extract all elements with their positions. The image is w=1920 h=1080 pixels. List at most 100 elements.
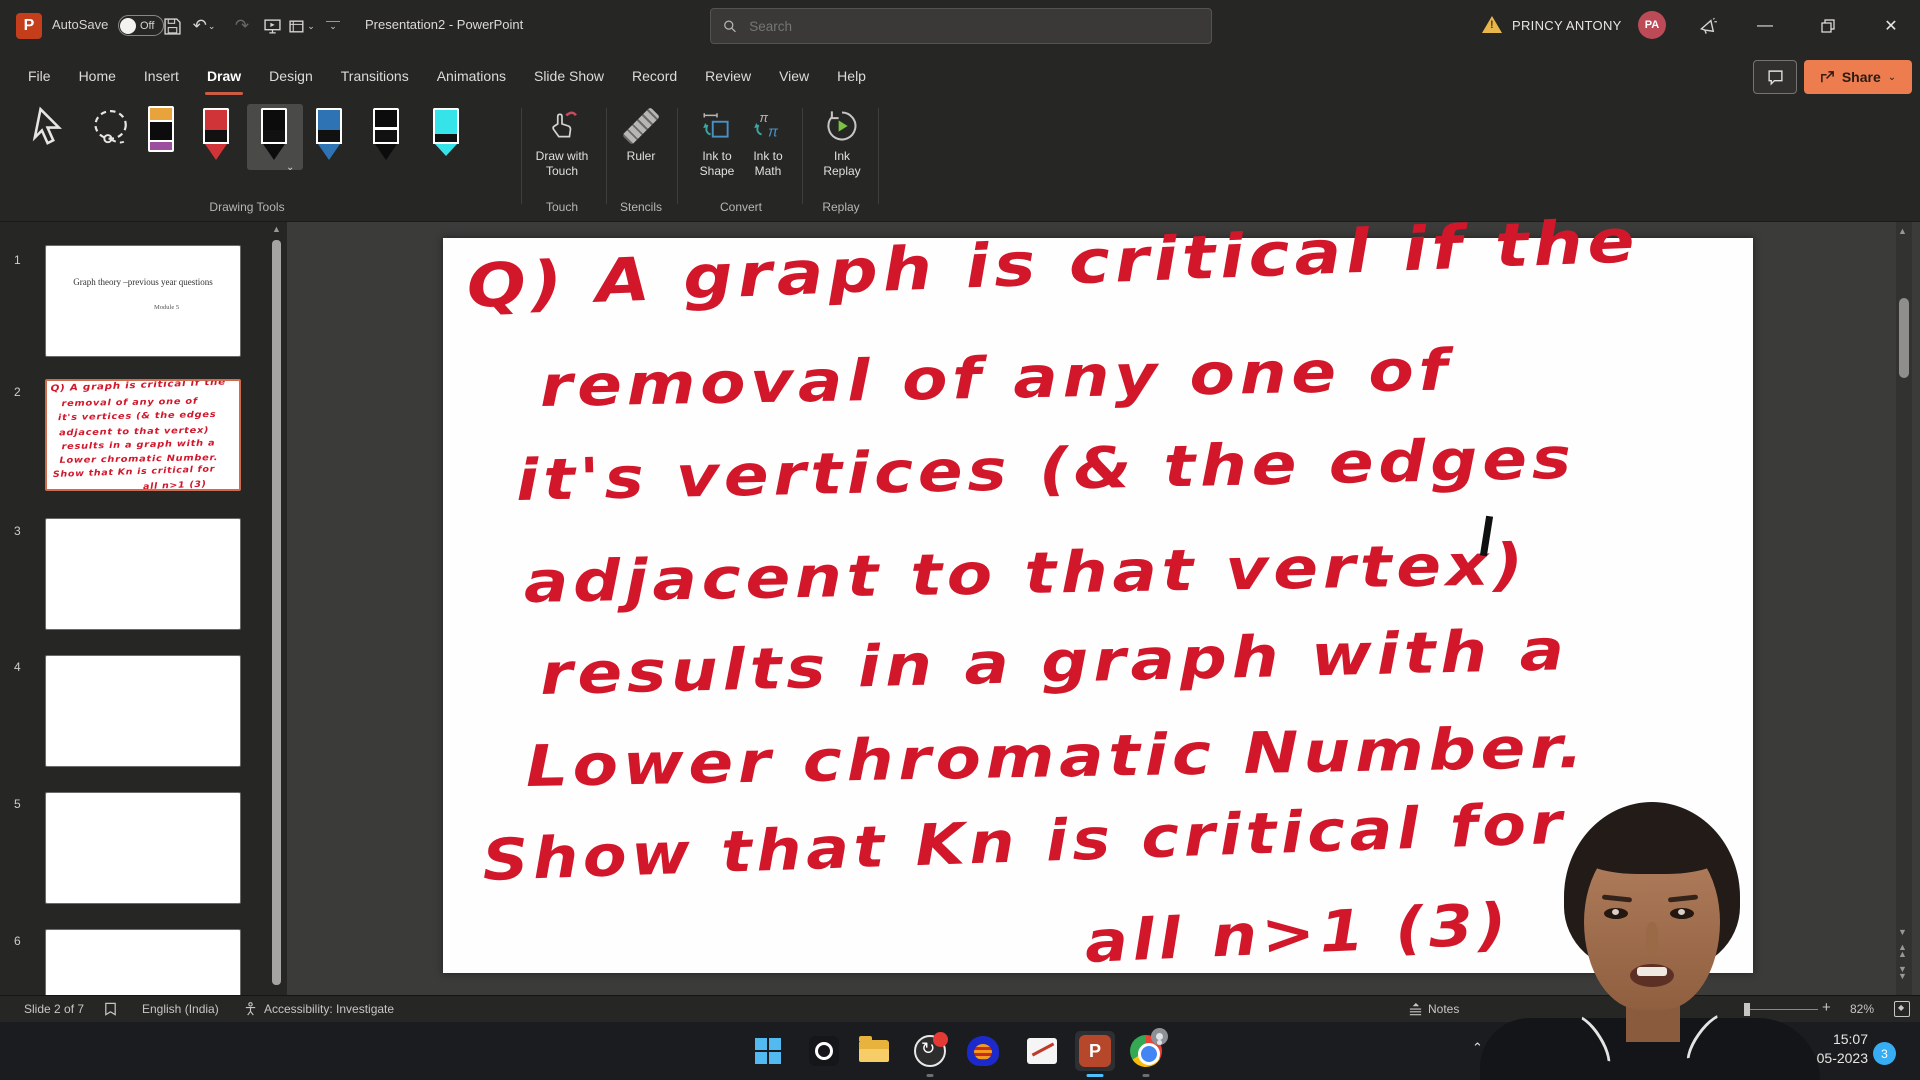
- slide-number: 3: [14, 524, 21, 538]
- language-indicator[interactable]: English (India): [142, 1002, 219, 1016]
- scroll-up-icon[interactable]: ▲: [272, 224, 281, 234]
- slide1-subtitle: Module 5: [154, 304, 179, 311]
- black-pen-tool-icon[interactable]: [251, 106, 297, 170]
- next-slide-icon[interactable]: ▼▼: [1898, 966, 1907, 980]
- close-icon[interactable]: ✕: [1868, 0, 1914, 52]
- running-indicator: [927, 1074, 934, 1077]
- tab-draw[interactable]: Draw: [193, 52, 255, 100]
- accessibility-icon[interactable]: [243, 1001, 258, 1020]
- scrollbar-thumb[interactable]: [1899, 298, 1909, 378]
- chrome-icon[interactable]: [1126, 1031, 1166, 1071]
- present-icon[interactable]: [258, 12, 286, 40]
- share-dropdown-icon[interactable]: ⌄: [1888, 72, 1896, 83]
- powerpoint-taskbar-icon[interactable]: P: [1075, 1031, 1115, 1071]
- share-button[interactable]: Share ⌄: [1804, 60, 1912, 94]
- draw-with-touch-button[interactable]: Draw with Touch: [519, 106, 605, 179]
- tab-review[interactable]: Review: [691, 52, 765, 100]
- obs-studio-icon[interactable]: [910, 1031, 950, 1071]
- presenter-face: [1584, 834, 1720, 1010]
- save-icon[interactable]: [158, 12, 186, 40]
- slideshow-window-icon[interactable]: ⌄: [288, 12, 316, 40]
- slide-thumbnail-1[interactable]: Graph theory –previous year questions Mo…: [45, 245, 241, 357]
- tab-animations[interactable]: Animations: [423, 52, 520, 100]
- slide-number: 2: [14, 385, 21, 399]
- tab-design[interactable]: Design: [255, 52, 327, 100]
- slide-indicator[interactable]: Slide 2 of 7: [24, 1002, 84, 1016]
- slide-number: 5: [14, 797, 21, 811]
- tab-transitions[interactable]: Transitions: [327, 52, 423, 100]
- whiteboard-app-icon[interactable]: [1022, 1031, 1062, 1071]
- fit-slide-icon[interactable]: [1894, 1001, 1910, 1017]
- ruler-label: Ruler: [627, 149, 656, 164]
- group-label-convert: Convert: [720, 200, 762, 214]
- red-pen-tool-icon[interactable]: [193, 106, 239, 170]
- group-divider: [878, 108, 879, 204]
- previous-slide-icon[interactable]: ▲▲: [1898, 944, 1907, 958]
- avatar[interactable]: PA: [1638, 11, 1666, 39]
- user-name[interactable]: PRINCY ANTONY: [1512, 18, 1622, 33]
- undo-dropdown-icon[interactable]: ⌄: [208, 21, 216, 32]
- slide-thumbnail-3[interactable]: [45, 518, 241, 630]
- select-cursor-icon[interactable]: [26, 106, 72, 170]
- zoom-level[interactable]: 82%: [1850, 1002, 1874, 1016]
- powerpoint-logo-icon[interactable]: P: [16, 13, 42, 39]
- slide-number: 4: [14, 660, 21, 674]
- tab-file[interactable]: File: [14, 52, 65, 100]
- pencil-tool-icon[interactable]: [363, 106, 409, 170]
- slide-thumbnail-2[interactable]: Q) A graph is critical if the removal of…: [45, 379, 241, 491]
- main-vertical-scrollbar[interactable]: ▲ ▼ ▲▲ ▼▼: [1896, 222, 1912, 995]
- group-label-replay: Replay: [822, 200, 859, 214]
- file-explorer-icon[interactable]: [854, 1031, 894, 1071]
- undo-icon[interactable]: ↶⌄: [190, 12, 218, 40]
- scroll-down-icon[interactable]: ▼: [1898, 928, 1907, 937]
- ruler-button[interactable]: Ruler: [598, 106, 684, 164]
- redo-icon[interactable]: ↷: [228, 12, 256, 40]
- warning-icon[interactable]: [1482, 16, 1502, 33]
- eraser-tool-icon[interactable]: [138, 106, 184, 170]
- lasso-select-icon[interactable]: [89, 106, 135, 170]
- zoom-in-icon[interactable]: +: [1822, 999, 1831, 1016]
- tab-help[interactable]: Help: [823, 52, 880, 100]
- toggle-knob-icon: [120, 18, 136, 34]
- search-bar[interactable]: [710, 8, 1212, 44]
- tab-home[interactable]: Home: [65, 52, 130, 100]
- thumbnail-panel-scrollbar[interactable]: ▲: [270, 224, 284, 993]
- running-indicator: [1143, 1074, 1150, 1077]
- headset-audio-app-icon[interactable]: [963, 1031, 1003, 1071]
- slideshow-dropdown-icon[interactable]: ⌄: [307, 21, 315, 32]
- ink-line: all n>1 (3): [1083, 891, 1513, 976]
- notes-button[interactable]: Notes: [1428, 1002, 1459, 1016]
- slide-thumbnail-4[interactable]: [45, 655, 241, 767]
- scrollbar-thumb[interactable]: [272, 240, 281, 985]
- title-bar: P AutoSave Off ↶⌄ ↷ ⌄ ⌄ Presentation2 - …: [0, 0, 1920, 52]
- tab-insert[interactable]: Insert: [130, 52, 193, 100]
- ink-replay-button[interactable]: Ink Replay: [799, 106, 885, 179]
- slide-thumbnail-6[interactable]: [45, 929, 241, 995]
- ink-replay-icon: [824, 106, 860, 146]
- tab-record[interactable]: Record: [618, 52, 691, 100]
- search-input[interactable]: [747, 18, 1199, 35]
- megaphone-icon[interactable]: [1694, 12, 1722, 40]
- accessibility-status[interactable]: Accessibility: Investigate: [264, 1002, 394, 1016]
- ink-line: Lower chromatic Number.: [525, 715, 1588, 800]
- tab-slide-show[interactable]: Slide Show: [520, 52, 618, 100]
- pen-options-chevron-icon[interactable]: ⌄: [286, 162, 294, 173]
- comments-button[interactable]: [1753, 60, 1797, 94]
- blue-pen-tool-icon[interactable]: [306, 106, 352, 170]
- document-title: Presentation2 - PowerPoint: [365, 17, 523, 32]
- minimize-icon[interactable]: —: [1742, 0, 1788, 52]
- tab-view[interactable]: View: [765, 52, 823, 100]
- draw-with-touch-label: Draw with Touch: [536, 149, 589, 179]
- highlighter-tool-icon[interactable]: [423, 106, 469, 170]
- notification-badge[interactable]: 3: [1873, 1042, 1896, 1065]
- slide-thumbnail-5[interactable]: [45, 792, 241, 904]
- spellcheck-icon[interactable]: [103, 1001, 118, 1020]
- customize-qat-icon[interactable]: ⌄: [326, 21, 340, 31]
- comment-icon: [1767, 69, 1784, 86]
- windows-start-icon[interactable]: [748, 1031, 788, 1071]
- camera-app-icon[interactable]: [804, 1031, 844, 1071]
- search-icon: [723, 19, 737, 34]
- scroll-up-icon[interactable]: ▲: [1898, 227, 1907, 236]
- maximize-icon[interactable]: [1805, 0, 1851, 52]
- chrome-profile-badge: [1151, 1028, 1168, 1045]
